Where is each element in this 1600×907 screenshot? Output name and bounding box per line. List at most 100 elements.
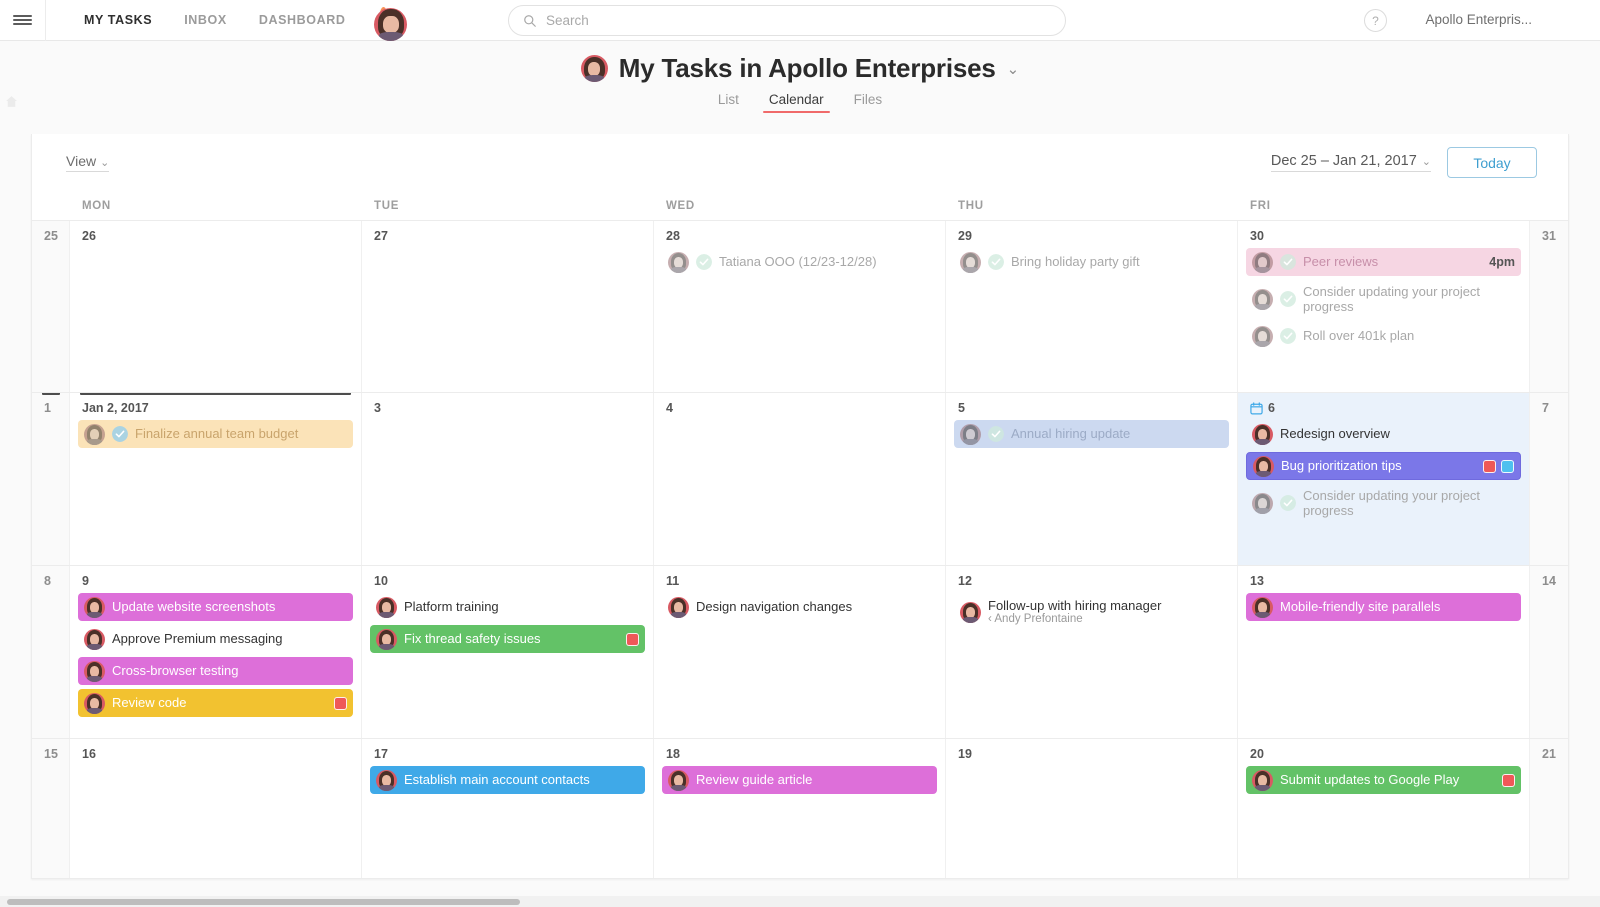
task-item[interactable]: Follow-up with hiring manager ‹ Andy Pref… bbox=[954, 593, 1229, 631]
task-item[interactable]: Platform training bbox=[370, 593, 645, 621]
task-item[interactable]: Review code bbox=[78, 689, 353, 717]
task-complete-icon[interactable] bbox=[988, 254, 1004, 270]
task-list: Review guide article bbox=[654, 766, 945, 794]
task-complete-icon[interactable] bbox=[112, 426, 128, 442]
help-button[interactable]: ? bbox=[1364, 9, 1387, 32]
nav-item-inbox[interactable]: INBOX bbox=[168, 13, 243, 27]
calendar-day-cell[interactable]: 12 Follow-up with hiring manager ‹ Andy Pr… bbox=[946, 566, 1238, 738]
task-item[interactable]: Peer reviews 4pm bbox=[1246, 248, 1521, 276]
task-complete-icon[interactable] bbox=[1280, 254, 1296, 270]
nav-item-dashboard[interactable]: DASHBOARD bbox=[243, 13, 362, 27]
task-item[interactable]: Consider updating your project progress bbox=[1246, 484, 1521, 522]
view-options-button[interactable]: View ⌄ bbox=[66, 153, 110, 172]
calendar-day-cell[interactable]: 13 Mobile-friendly site parallels bbox=[1238, 566, 1530, 738]
task-item[interactable]: Establish main account contacts bbox=[370, 766, 645, 794]
calendar-day-cell[interactable]: 31 bbox=[1530, 221, 1568, 392]
calendar-day-cell[interactable]: 6 Redesign overview Bug prioritization tip… bbox=[1238, 393, 1530, 565]
task-list: Bring holiday party gift bbox=[946, 248, 1237, 276]
task-title: Tatiana OOO (12/23-12/28) bbox=[719, 254, 877, 270]
task-item[interactable]: Bug prioritization tips bbox=[1246, 452, 1521, 480]
task-complete-icon[interactable] bbox=[696, 254, 712, 270]
search-input[interactable] bbox=[546, 13, 1051, 28]
calendar-day-cell[interactable]: 15 bbox=[32, 739, 70, 878]
task-badge-icon[interactable] bbox=[1483, 459, 1496, 473]
task-item[interactable]: Submit updates to Google Play bbox=[1246, 766, 1521, 794]
task-complete-icon[interactable] bbox=[988, 426, 1004, 442]
task-item[interactable]: Review guide article bbox=[662, 766, 937, 794]
task-item[interactable]: Approve Premium messaging bbox=[78, 625, 353, 653]
calendar-day-cell[interactable]: 17 Establish main account contacts bbox=[362, 739, 654, 878]
calendar-day-cell[interactable]: 5 Annual hiring update bbox=[946, 393, 1238, 565]
dow-mon: MON bbox=[82, 200, 111, 212]
date-range-selector[interactable]: Dec 25 – Jan 21, 2017 ⌄ bbox=[1270, 153, 1431, 172]
calendar-day-cell[interactable]: 14 bbox=[1530, 566, 1568, 738]
calendar-day-cell[interactable]: 28 Tatiana OOO (12/23-12/28) bbox=[654, 221, 946, 392]
nav-item-my-tasks[interactable]: MY TASKS bbox=[68, 13, 168, 27]
day-number-label: 17 bbox=[374, 747, 388, 761]
tab-calendar[interactable]: Calendar bbox=[762, 92, 830, 113]
task-item[interactable]: Update website screenshots bbox=[78, 593, 353, 621]
today-button[interactable]: Today bbox=[1447, 147, 1537, 178]
task-avatar bbox=[84, 596, 105, 618]
calendar-day-cell[interactable]: 16 bbox=[70, 739, 362, 878]
task-item[interactable]: Cross-browser testing bbox=[78, 657, 353, 685]
calendar-day-cell[interactable]: 11 Design navigation changes bbox=[654, 566, 946, 738]
calendar-toolbar: View ⌄ Dec 25 – Jan 21, 2017 ⌄ Today bbox=[32, 134, 1568, 192]
task-title: Submit updates to Google Play bbox=[1280, 772, 1460, 788]
day-number-label: 16 bbox=[82, 747, 96, 761]
day-number-label: 20 bbox=[1250, 747, 1264, 761]
day-number: 18 bbox=[654, 747, 945, 761]
calendar-day-cell[interactable]: 21 bbox=[1530, 739, 1568, 878]
task-item[interactable]: Mobile-friendly site parallels bbox=[1246, 593, 1521, 621]
calendar-day-cell[interactable]: 25 bbox=[32, 221, 70, 392]
hamburger-icon[interactable] bbox=[0, 0, 46, 41]
task-title: Approve Premium messaging bbox=[112, 631, 283, 647]
workspace-switcher[interactable]: Apollo Enterpris... bbox=[1425, 12, 1532, 27]
calendar-day-cell[interactable]: 9 Update website screenshots Approve Premi… bbox=[70, 566, 362, 738]
chevron-down-icon[interactable]: ⌄ bbox=[1007, 60, 1020, 78]
calendar-day-cell[interactable]: Jan 2, 2017 Finalize annual team budget bbox=[70, 393, 362, 565]
calendar-day-cell[interactable]: 8 bbox=[32, 566, 70, 738]
task-item[interactable]: Finalize annual team budget bbox=[78, 420, 353, 448]
task-item[interactable]: Fix thread safety issues bbox=[370, 625, 645, 653]
task-item[interactable]: Design navigation changes bbox=[662, 593, 937, 621]
task-title: Mobile-friendly site parallels bbox=[1280, 599, 1441, 615]
task-complete-icon[interactable] bbox=[1280, 291, 1296, 307]
task-avatar bbox=[1252, 325, 1273, 347]
avatar[interactable] bbox=[374, 7, 408, 41]
scrollbar-thumb[interactable] bbox=[7, 899, 520, 905]
calendar-day-cell[interactable]: 30 Peer reviews 4pm Consider updating your … bbox=[1238, 221, 1530, 392]
calendar-day-cell[interactable]: 20 Submit updates to Google Play bbox=[1238, 739, 1530, 878]
task-complete-icon[interactable] bbox=[1280, 328, 1296, 344]
calendar-day-cell[interactable]: 19 bbox=[946, 739, 1238, 878]
day-number: 1 bbox=[32, 401, 69, 415]
calendar-day-cell[interactable]: 7 bbox=[1530, 393, 1568, 565]
day-number-label: 13 bbox=[1250, 574, 1264, 588]
task-title: Update website screenshots bbox=[112, 599, 276, 615]
task-badge-icon[interactable] bbox=[626, 632, 639, 646]
calendar-day-cell[interactable]: 1 bbox=[32, 393, 70, 565]
task-badge-icon[interactable] bbox=[1502, 773, 1515, 787]
task-title: Consider updating your project progress bbox=[1303, 283, 1481, 314]
tab-list[interactable]: List bbox=[718, 92, 739, 113]
calendar-day-cell[interactable]: 18 Review guide article bbox=[654, 739, 946, 878]
task-complete-icon[interactable] bbox=[1280, 495, 1296, 511]
calendar-day-cell[interactable]: 3 bbox=[362, 393, 654, 565]
task-badge-icon[interactable] bbox=[1501, 459, 1514, 473]
calendar-day-cell[interactable]: 29 Bring holiday party gift bbox=[946, 221, 1238, 392]
task-item[interactable]: Redesign overview bbox=[1246, 420, 1521, 448]
horizontal-scrollbar[interactable] bbox=[0, 896, 1600, 907]
task-item[interactable]: Tatiana OOO (12/23-12/28) bbox=[662, 248, 937, 276]
task-item[interactable]: Bring holiday party gift bbox=[954, 248, 1229, 276]
tab-files[interactable]: Files bbox=[854, 92, 883, 113]
task-badge-icon[interactable] bbox=[334, 696, 347, 710]
task-item[interactable]: Roll over 401k plan bbox=[1246, 322, 1521, 350]
calendar-day-cell[interactable]: 27 bbox=[362, 221, 654, 392]
calendar-day-cell[interactable]: 10 Platform training Fix thread safety iss… bbox=[362, 566, 654, 738]
task-item[interactable]: Annual hiring update bbox=[954, 420, 1229, 448]
search-bar[interactable] bbox=[508, 5, 1066, 36]
calendar-day-cell[interactable]: 26 bbox=[70, 221, 362, 392]
day-number-label: 9 bbox=[82, 574, 89, 588]
calendar-day-cell[interactable]: 4 bbox=[654, 393, 946, 565]
task-item[interactable]: Consider updating your project progress bbox=[1246, 280, 1521, 318]
